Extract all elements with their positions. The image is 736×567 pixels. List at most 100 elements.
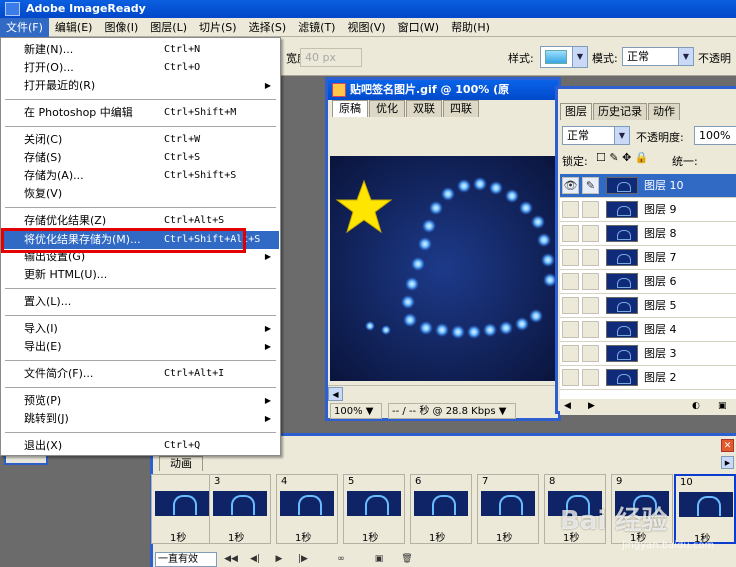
layer-row[interactable]: 图层 2: [560, 366, 736, 390]
panel-menu-icon[interactable]: ▶: [721, 456, 734, 469]
animation-frame[interactable]: 3 1秒: [209, 474, 271, 544]
eye-toggle[interactable]: [562, 321, 579, 338]
tab-animation[interactable]: 动画: [159, 456, 203, 471]
menu-item-jump-to[interactable]: 跳转到(J) ▶: [2, 410, 279, 428]
menu-slices[interactable]: 切片(S): [193, 18, 243, 37]
frame-delay[interactable]: 1秒: [429, 529, 445, 544]
play-icon[interactable]: ▶: [271, 552, 287, 566]
eye-toggle[interactable]: [562, 225, 579, 242]
tab-optimized[interactable]: 优化: [369, 100, 405, 117]
animation-frame[interactable]: 5 1秒: [343, 474, 405, 544]
tab-layers[interactable]: 图层: [560, 103, 592, 120]
image-canvas[interactable]: [330, 156, 558, 381]
animation-frame[interactable]: 7 1秒: [477, 474, 539, 544]
layer-row[interactable]: 图层 8: [560, 222, 736, 246]
scroll-left-icon[interactable]: ◀: [328, 387, 343, 401]
frame-delay[interactable]: 1秒: [362, 529, 378, 544]
scroll-left-icon[interactable]: ◀: [564, 401, 571, 411]
menu-image[interactable]: 图像(I): [98, 18, 144, 37]
eye-toggle[interactable]: [562, 273, 579, 290]
menu-item-new[interactable]: 新建(N)... Ctrl+N: [2, 41, 279, 59]
animation-frame[interactable]: 1秒: [151, 474, 213, 544]
link-toggle[interactable]: [582, 297, 599, 314]
eye-toggle[interactable]: [562, 201, 579, 218]
lock-icons[interactable]: ☐ ✎ ✥ 🔒: [596, 151, 648, 164]
frame-delay[interactable]: 1秒: [496, 529, 512, 544]
document-hscrollbar[interactable]: ◀: [328, 385, 558, 401]
menu-filter[interactable]: 滤镜(T): [292, 18, 341, 37]
eye-toggle[interactable]: [562, 249, 579, 266]
menu-item-open-recent[interactable]: 打开最近的(R) ▶: [2, 77, 279, 95]
layer-row[interactable]: 👁 ✎ 图层 10: [560, 174, 736, 198]
menu-item-update-html[interactable]: 更新 HTML(U)...: [2, 266, 279, 284]
layer-row[interactable]: 图层 6: [560, 270, 736, 294]
close-icon[interactable]: ✕: [721, 439, 734, 452]
menu-item-preview[interactable]: 预览(P) ▶: [2, 392, 279, 410]
frame-delay[interactable]: 1秒: [295, 529, 311, 544]
menu-item-revert[interactable]: 恢复(V): [2, 185, 279, 203]
link-toggle[interactable]: [582, 225, 599, 242]
menu-item-file-info[interactable]: 文件简介(F)... Ctrl+Alt+I: [2, 365, 279, 383]
document-title-bar[interactable]: 贴吧签名图片.gif @ 100% (原: [328, 80, 558, 100]
tab-actions[interactable]: 动作: [648, 103, 680, 120]
link-toggle[interactable]: [582, 369, 599, 386]
link-toggle[interactable]: [582, 201, 599, 218]
menu-item-place[interactable]: 置入(L)...: [2, 293, 279, 311]
eye-toggle[interactable]: [562, 297, 579, 314]
tween-icon[interactable]: ∞: [333, 552, 349, 566]
menu-item-save[interactable]: 存储(S) Ctrl+S: [2, 149, 279, 167]
width-input[interactable]: 40 px: [300, 48, 362, 67]
new-layer-icon[interactable]: ◐: [692, 401, 700, 411]
layer-opacity-input[interactable]: 100%: [694, 126, 736, 145]
animation-frame-selected[interactable]: 10 1秒: [674, 474, 736, 545]
blend-mode-select[interactable]: 正常 ▼: [562, 126, 630, 145]
mode-select[interactable]: 正常 ▼: [622, 47, 694, 66]
style-picker[interactable]: ▼: [540, 46, 588, 68]
menu-file[interactable]: 文件(F): [0, 17, 49, 37]
menu-select[interactable]: 选择(S): [243, 18, 293, 37]
next-frame-icon[interactable]: |▶: [295, 552, 311, 566]
tab-history[interactable]: 历史记录: [593, 103, 647, 120]
eye-toggle[interactable]: [562, 369, 579, 386]
duplicate-frame-icon[interactable]: ▣: [371, 552, 387, 566]
menu-help[interactable]: 帮助(H): [445, 18, 496, 37]
zoom-select[interactable]: 100% ▼: [330, 403, 382, 419]
trash-icon[interactable]: ▣: [718, 401, 727, 411]
menu-edit[interactable]: 编辑(E): [49, 18, 99, 37]
link-toggle[interactable]: [582, 321, 599, 338]
menu-layer[interactable]: 图层(L): [144, 18, 193, 37]
menu-item-exit[interactable]: 退出(X) Ctrl+Q: [2, 437, 279, 455]
eye-toggle[interactable]: [562, 345, 579, 362]
menu-item-import[interactable]: 导入(I) ▶: [2, 320, 279, 338]
layer-row[interactable]: 图层 7: [560, 246, 736, 270]
link-toggle[interactable]: [582, 345, 599, 362]
layer-row[interactable]: 图层 4: [560, 318, 736, 342]
scroll-right-icon[interactable]: ▶: [588, 401, 595, 411]
menu-item-close[interactable]: 关闭(C) Ctrl+W: [2, 131, 279, 149]
menu-item-open[interactable]: 打开(O)... Ctrl+O: [2, 59, 279, 77]
eye-icon[interactable]: 👁: [562, 177, 579, 194]
download-time-select[interactable]: -- / -- 秒 @ 28.8 Kbps ▼: [388, 403, 516, 419]
frame-delay[interactable]: 1秒: [228, 529, 244, 544]
animation-frame[interactable]: 6 1秒: [410, 474, 472, 544]
loop-select[interactable]: 一直有效: [155, 552, 217, 567]
prev-frame-icon[interactable]: ◀|: [247, 552, 263, 566]
link-toggle[interactable]: [582, 273, 599, 290]
tab-4up[interactable]: 四联: [443, 100, 479, 117]
menu-view[interactable]: 视图(V): [341, 18, 391, 37]
frame-delay[interactable]: 1秒: [170, 529, 186, 544]
first-frame-icon[interactable]: ◀◀: [223, 552, 239, 566]
layer-row[interactable]: 图层 9: [560, 198, 736, 222]
layer-row[interactable]: 图层 3: [560, 342, 736, 366]
animation-frame[interactable]: 4 1秒: [276, 474, 338, 544]
menu-item-edit-in-photoshop[interactable]: 在 Photoshop 中编辑 Ctrl+Shift+M: [2, 104, 279, 122]
tab-original[interactable]: 原稿: [332, 100, 368, 117]
menu-window[interactable]: 窗口(W): [392, 18, 445, 37]
menu-item-export[interactable]: 导出(E) ▶: [2, 338, 279, 356]
menu-item-save-as[interactable]: 存储为(A)... Ctrl+Shift+S: [2, 167, 279, 185]
layer-row[interactable]: 图层 5: [560, 294, 736, 318]
brush-icon[interactable]: ✎: [582, 177, 599, 194]
link-toggle[interactable]: [582, 249, 599, 266]
tab-2up[interactable]: 双联: [406, 100, 442, 117]
trash-icon[interactable]: 🗑: [399, 552, 415, 566]
